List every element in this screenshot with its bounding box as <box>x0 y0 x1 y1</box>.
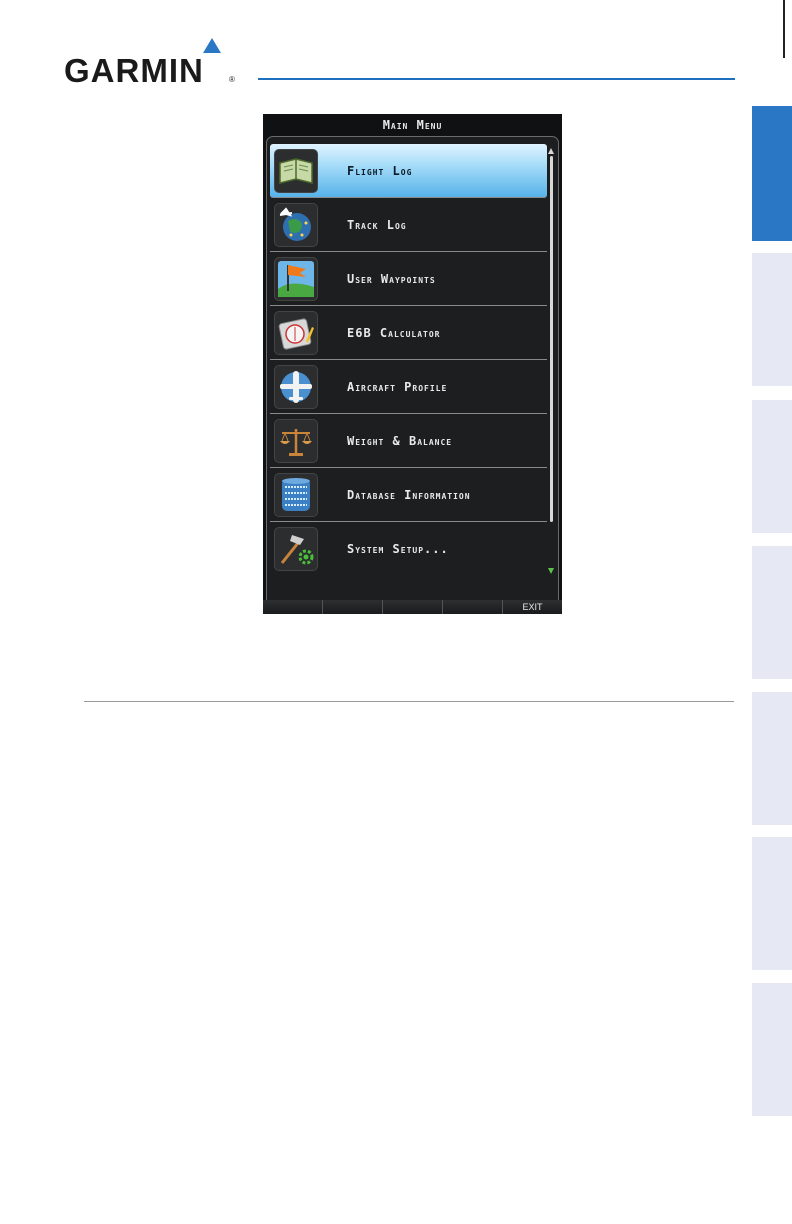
menu-item-database-information[interactable]: Database Information <box>270 468 547 522</box>
main-menu-screen: Main Menu Flight Log Track Log User Wayp… <box>263 114 562 614</box>
header-rule <box>258 78 735 80</box>
softkey-bar: EXIT <box>263 600 562 614</box>
track-log-globe-icon <box>274 202 318 247</box>
menu-scrollbar[interactable] <box>548 148 554 596</box>
page-trim-line <box>783 0 785 58</box>
menu-list: Flight Log Track Log User Waypoints E6B … <box>270 144 547 576</box>
system-setup-tools-icon <box>274 527 318 571</box>
menu-item-label: E6B Calculator <box>347 325 441 340</box>
side-tab-7[interactable] <box>752 983 792 1116</box>
side-tab-1[interactable] <box>752 106 792 241</box>
weight-balance-scale-icon <box>274 418 318 463</box>
user-waypoints-flag-icon <box>274 256 318 301</box>
svg-text:GARMIN: GARMIN <box>64 52 204 88</box>
menu-item-aircraft-profile[interactable]: Aircraft Profile <box>270 360 547 414</box>
side-tab-2[interactable] <box>752 253 792 386</box>
side-tab-3[interactable] <box>752 400 792 533</box>
e6b-calculator-icon <box>274 310 318 355</box>
softkey-4[interactable] <box>442 600 502 614</box>
side-tab-5[interactable] <box>752 692 792 825</box>
menu-item-weight-balance[interactable]: Weight & Balance <box>270 414 547 468</box>
flight-log-book-icon <box>274 148 318 193</box>
svg-text:®: ® <box>229 75 235 84</box>
exit-softkey[interactable]: EXIT <box>502 600 562 614</box>
menu-item-label: Flight Log <box>347 163 413 178</box>
database-information-icon <box>274 472 318 517</box>
section-divider <box>84 701 734 702</box>
menu-item-flight-log[interactable]: Flight Log <box>270 144 547 198</box>
menu-item-label: Aircraft Profile <box>347 379 448 394</box>
softkey-3[interactable] <box>382 600 442 614</box>
softkey-2[interactable] <box>322 600 382 614</box>
menu-item-e6b-calculator[interactable]: E6B Calculator <box>270 306 547 360</box>
menu-item-track-log[interactable]: Track Log <box>270 198 547 252</box>
side-tab-4[interactable] <box>752 546 792 679</box>
scroll-thumb[interactable] <box>550 156 553 522</box>
garmin-logo: GARMIN ® <box>64 38 235 88</box>
menu-item-label: Database Information <box>347 487 471 502</box>
menu-item-system-setup[interactable]: System Setup... <box>270 522 547 576</box>
aircraft-profile-plane-icon <box>274 364 318 409</box>
menu-item-label: Track Log <box>347 217 407 232</box>
screen-title: Main Menu <box>382 118 443 132</box>
menu-item-label: System Setup... <box>347 542 449 556</box>
softkey-1[interactable] <box>263 600 322 614</box>
scroll-down-arrow-icon[interactable] <box>548 568 554 574</box>
side-tab-6[interactable] <box>752 837 792 970</box>
menu-item-label: Weight & Balance <box>347 433 453 448</box>
menu-item-label: User Waypoints <box>347 271 436 286</box>
menu-item-user-waypoints[interactable]: User Waypoints <box>270 252 547 306</box>
scroll-up-arrow-icon[interactable] <box>548 148 554 154</box>
